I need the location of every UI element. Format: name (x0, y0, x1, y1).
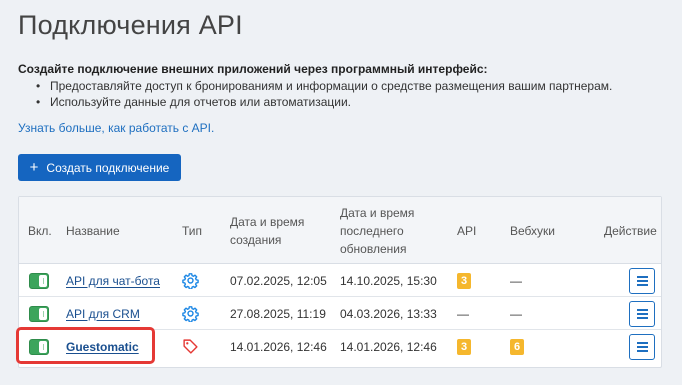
create-connection-button[interactable]: + Создать подключение (18, 154, 181, 181)
created-date: 27.08.2025, 11:19 (230, 306, 326, 321)
actions-menu-button[interactable] (629, 333, 655, 360)
bullet-item: Используйте данные для отчетов или автом… (36, 94, 612, 110)
actions-menu-button[interactable] (629, 267, 655, 294)
gear-icon (182, 264, 199, 297)
header-action: Действие (604, 224, 657, 238)
menu-icon (636, 308, 648, 311)
bullet-item: Предоставляйте доступ к бронированиям и … (36, 78, 612, 94)
header-created-line: создания (230, 233, 282, 247)
created-date: 14.01.2026, 12:46 (230, 339, 327, 354)
menu-icon (636, 341, 648, 344)
updated-date: 14.01.2026, 12:46 (340, 339, 437, 354)
api-count: — (457, 306, 469, 321)
table-row: API для CRM 27.08.2025, 11:19 04.03.2026… (19, 297, 661, 330)
header-created: Дата и время создания (230, 213, 304, 249)
connection-name-link[interactable]: API для чат-бота (66, 274, 160, 288)
created-date: 07.02.2025, 12:05 (230, 273, 327, 288)
webhooks-count: — (510, 306, 522, 321)
plus-icon: + (29, 159, 39, 176)
header-created-line: Дата и время (230, 215, 305, 229)
learn-more-link[interactable]: Узнать больше, как работать с API. (18, 121, 214, 135)
table-header: Вкл. Название Тип Дата и время создания … (19, 197, 661, 264)
header-updated-line: Дата и время (340, 206, 415, 220)
webhooks-count-badge: 6 (510, 338, 524, 355)
intro-text: Создайте подключение внешних приложений … (18, 62, 488, 76)
intro-bullets: Предоставляйте доступ к бронированиям и … (36, 78, 612, 110)
menu-icon (636, 275, 648, 278)
connection-name-link[interactable]: API для CRM (66, 307, 140, 321)
connections-table: Вкл. Название Тип Дата и время создания … (18, 196, 662, 368)
header-type: Тип (182, 224, 203, 238)
create-connection-label: Создать подключение (46, 160, 170, 175)
header-webhooks: Вебхуки (510, 224, 555, 238)
gear-icon (182, 297, 199, 330)
header-updated-line: обновления (340, 242, 407, 256)
table-row: Guestomatic 14.01.2026, 12:46 14.01.2026… (19, 330, 661, 363)
header-updated: Дата и время последнего обновления (340, 204, 414, 258)
updated-date: 04.03.2026, 13:33 (340, 306, 437, 321)
enabled-toggle[interactable] (29, 264, 49, 297)
updated-date: 14.10.2025, 15:30 (340, 273, 437, 288)
page-title: Подключения API (18, 10, 243, 40)
header-api: API (457, 224, 477, 238)
header-updated-line: последнего (340, 224, 404, 238)
api-count-badge: 3 (457, 338, 471, 355)
table-row: API для чат-бота 07.02.2025, 12:05 14.10… (19, 264, 661, 297)
api-count-badge: 3 (457, 272, 471, 289)
enabled-toggle[interactable] (29, 330, 49, 363)
header-name: Название (66, 224, 120, 238)
connection-name-link[interactable]: Guestomatic (66, 340, 139, 354)
actions-menu-button[interactable] (629, 300, 655, 327)
tag-icon (182, 330, 199, 363)
enabled-toggle[interactable] (29, 297, 49, 330)
webhooks-count: — (510, 273, 522, 288)
header-enabled: Вкл. (28, 224, 52, 238)
